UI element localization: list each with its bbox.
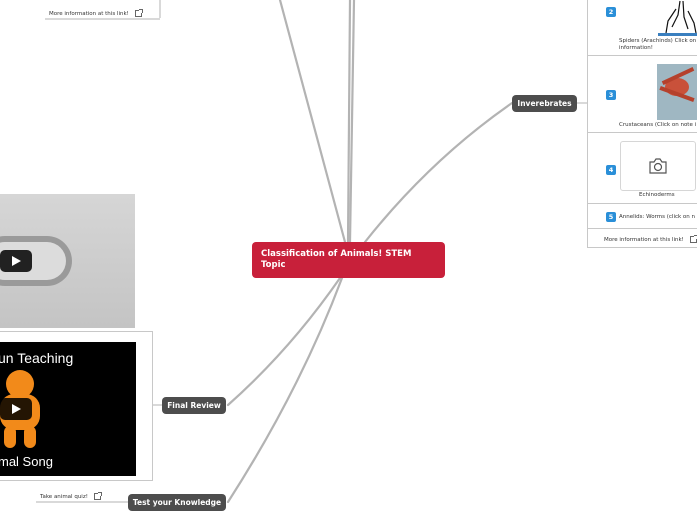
play-icon[interactable] [0,398,32,420]
video-caption-top: un Teaching [0,350,74,366]
video-thumbnail-2[interactable]: un Teaching mal Song [0,342,136,476]
branch-final-review-label: Final Review [167,401,221,410]
branch-test-knowledge-label: Test your Knowledge [132,498,222,507]
camera-icon [649,158,667,174]
video-caption-bottom: mal Song [0,454,53,469]
central-topic-node[interactable]: Classification of Animals! STEM Topic [252,242,445,278]
branch-invertebrates-label: Inverebrates [517,99,572,108]
image-placeholder[interactable] [620,141,696,191]
invertebrates-panel: 2 Spiders (Arachinds) Click on informati… [587,0,697,248]
number-badge: 2 [606,7,616,17]
crab-image [657,64,697,120]
branch-invertebrates[interactable]: Inverebrates [512,95,577,112]
spider-image [658,0,697,36]
more-info-link-invertebrates[interactable]: More information at this link! [604,235,697,243]
annelids-label: Annelids: Worms (click on n [619,214,696,220]
list-item-annelids[interactable]: 5 Annelids: Worms (click on n [588,204,697,229]
quiz-link-label: Take animal quiz! [40,494,88,500]
number-badge: 4 [606,165,616,175]
list-item-crustaceans[interactable]: 3 Crustaceans (Click on note i [588,56,697,133]
final-review-video-card: un Teaching mal Song [0,331,153,481]
spiders-label: Spiders (Arachinds) Click on information… [619,38,697,51]
play-icon[interactable] [0,250,32,272]
list-item-echinoderms[interactable]: 4 Echinoderms [588,133,697,204]
more-info-label: More information at this link! [604,237,684,243]
external-link-icon[interactable] [134,9,143,17]
branch-final-review[interactable]: Final Review [162,397,226,414]
number-badge: 3 [606,90,616,100]
more-info-label: More information at this link! [49,11,129,17]
quiz-link[interactable]: Take animal quiz! [40,492,102,500]
external-link-icon[interactable] [93,492,102,500]
branch-test-knowledge[interactable]: Test your Knowledge [128,494,226,511]
crustaceans-label: Crustaceans (Click on note i [619,122,697,128]
echinoderms-label: Echinoderms [639,192,675,198]
more-info-link-top[interactable]: More information at this link! [49,9,143,17]
central-topic-label: Classification of Animals! STEM Topic [261,249,412,270]
number-badge: 5 [606,212,616,222]
list-item-spiders[interactable]: 2 Spiders (Arachinds) Click on informati… [588,0,697,56]
video-thumbnail-1[interactable] [0,194,135,328]
external-link-icon[interactable] [689,235,697,243]
